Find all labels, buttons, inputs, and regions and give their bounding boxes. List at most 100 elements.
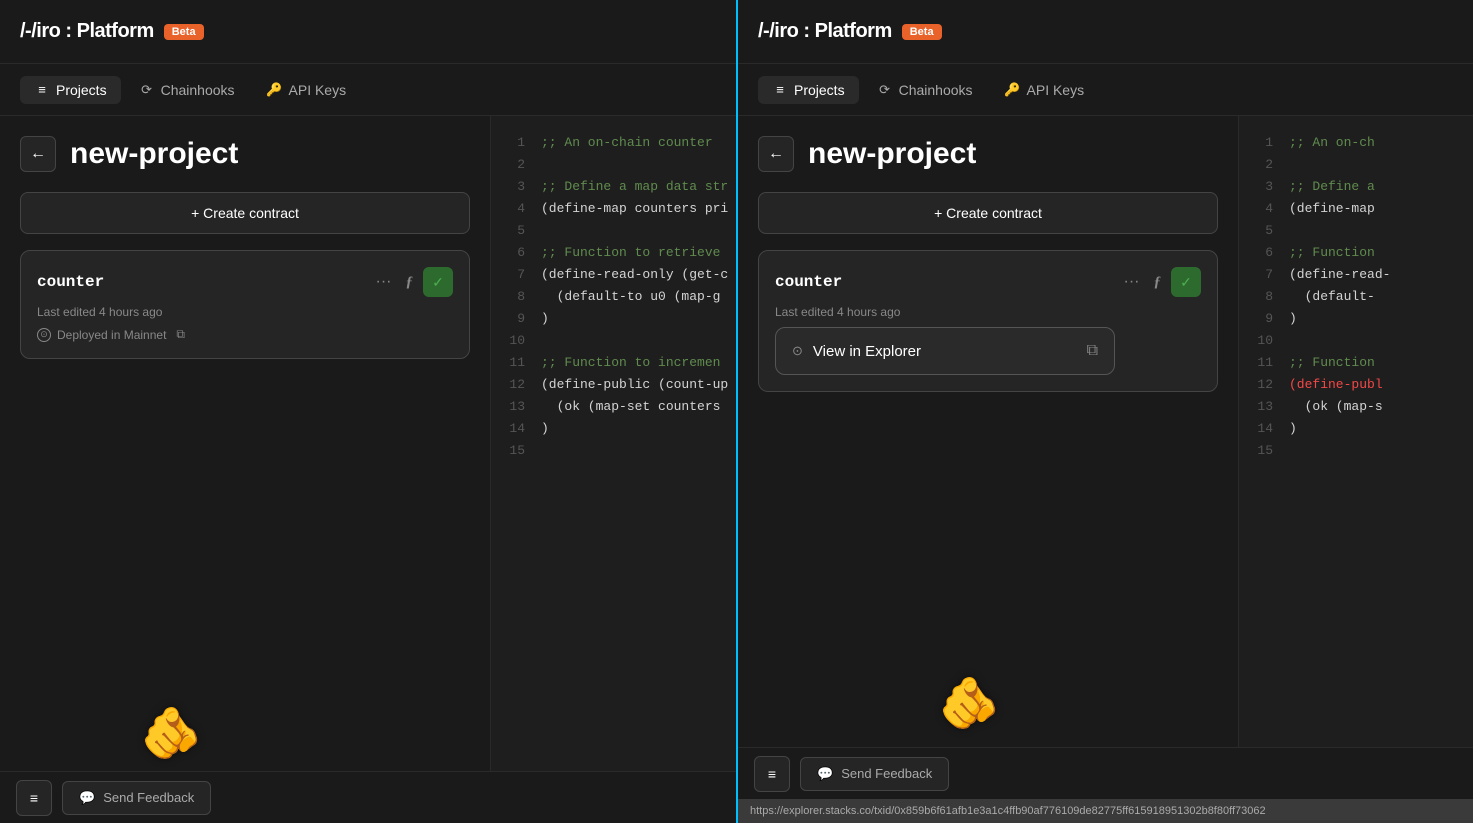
rcode-line-11: ;; Function: [1289, 352, 1473, 374]
right-nav: ≡ Projects ⟳ Chainhooks 🔑 API Keys: [738, 64, 1473, 116]
left-code-lines: ;; An on-chain counter ;; Define a map d…: [541, 132, 736, 755]
right-page-title-row: ← new-project: [758, 136, 1218, 172]
code-line-14: ): [541, 418, 736, 440]
view-in-explorer-popup[interactable]: ⊙ View in Explorer ⧉: [775, 327, 1115, 375]
right-logo: /-/iro : Platform: [758, 20, 892, 43]
url-bar: https://explorer.stacks.co/txid/0x859b6f…: [738, 799, 1473, 823]
left-back-button[interactable]: ←: [20, 136, 56, 172]
left-code-panel: 1 2 3 4 5 6 7 8 9 10 11 12 13 14 15: [490, 116, 736, 771]
code-line-6: ;; Function to retrieve: [541, 242, 736, 264]
ln-13: 13: [507, 396, 525, 418]
nav-projects-right[interactable]: ≡ Projects: [758, 76, 859, 104]
left-check-icon: ✓: [432, 274, 444, 291]
right-content: ← new-project + Create contract counter …: [738, 116, 1473, 747]
rln-1: 1: [1255, 132, 1273, 154]
left-cursor-hand: 🫵: [140, 704, 202, 763]
rcode-line-8: (default-: [1289, 286, 1473, 308]
right-bottom-menu-button[interactable]: ≡: [754, 756, 790, 792]
rcode-line-3: ;; Define a: [1289, 176, 1473, 198]
right-line-numbers: 1 2 3 4 5 6 7 8 9 10 11 12 13 14 15: [1239, 132, 1289, 731]
right-create-contract-label: + Create contract: [934, 205, 1042, 221]
explorer-ext-link-icon[interactable]: ⧉: [1087, 342, 1098, 360]
nav-apikeys-label-right: API Keys: [1027, 82, 1085, 98]
right-page-title: new-project: [808, 137, 976, 171]
rcode-line-14: ): [1289, 418, 1473, 440]
rln-14: 14: [1255, 418, 1273, 440]
rcode-line-2: [1289, 154, 1473, 176]
nav-apikeys-label-left: API Keys: [289, 82, 347, 98]
nav-chainhooks-label-left: Chainhooks: [161, 82, 235, 98]
left-feedback-label: Send Feedback: [103, 790, 194, 805]
right-back-button[interactable]: ←: [758, 136, 794, 172]
ln-14: 14: [507, 418, 525, 440]
left-code-content: 1 2 3 4 5 6 7 8 9 10 11 12 13 14 15: [491, 116, 736, 771]
rln-15: 15: [1255, 440, 1273, 462]
right-feedback-button[interactable]: 💬 Send Feedback: [800, 757, 949, 791]
url-bar-text: https://explorer.stacks.co/txid/0x859b6f…: [750, 805, 1266, 817]
left-logo: /-/iro : Platform: [20, 20, 154, 43]
right-sidebar: ← new-project + Create contract counter …: [738, 116, 1238, 747]
rcode-line-10: [1289, 330, 1473, 352]
nav-chainhooks-label-right: Chainhooks: [899, 82, 973, 98]
right-contract-actions: ··· ƒ ✓: [1120, 267, 1201, 297]
code-line-7: (define-read-only (get-c: [541, 264, 736, 286]
code-line-15: [541, 440, 736, 462]
left-fn-badge: ƒ: [406, 274, 414, 291]
code-line-11: ;; Function to incremen: [541, 352, 736, 374]
apikeys-icon-left: 🔑: [267, 82, 283, 98]
right-contract-meta: Last edited 4 hours ago: [775, 305, 1201, 319]
rln-5: 5: [1255, 220, 1273, 242]
rln-4: 4: [1255, 198, 1273, 220]
right-cursor-hand: 🫵: [938, 674, 1000, 733]
left-contract-name: counter: [37, 273, 104, 291]
left-check-button[interactable]: ✓: [423, 267, 453, 297]
right-menu-icon: ≡: [768, 766, 776, 782]
ln-7: 7: [507, 264, 525, 286]
nav-chainhooks-right[interactable]: ⟳ Chainhooks: [863, 76, 987, 104]
left-create-contract-button[interactable]: + Create contract: [20, 192, 470, 234]
left-page-title: new-project: [70, 137, 238, 171]
left-ext-link-icon[interactable]: ⧉: [176, 327, 185, 342]
right-check-button[interactable]: ✓: [1171, 267, 1201, 297]
rln-11: 11: [1255, 352, 1273, 374]
rln-9: 9: [1255, 308, 1273, 330]
left-feedback-icon: 💬: [79, 790, 95, 806]
right-fn-badge: ƒ: [1154, 274, 1162, 291]
left-contract-dots-button[interactable]: ···: [372, 271, 396, 293]
left-feedback-button[interactable]: 💬 Send Feedback: [62, 781, 211, 815]
right-code-lines: ;; An on-ch ;; Define a (define-map ;; F…: [1289, 132, 1473, 731]
left-content: ← new-project + Create contract counter …: [0, 116, 736, 771]
right-panel: /-/iro : Platform Beta ≡ Projects ⟳ Chai…: [736, 0, 1473, 823]
left-cursor: 🫵: [140, 704, 202, 763]
left-panel: /-/iro : Platform Beta ≡ Projects ⟳ Chai…: [0, 0, 736, 823]
rcode-line-9: ): [1289, 308, 1473, 330]
ln-2: 2: [507, 154, 525, 176]
nav-apikeys-left[interactable]: 🔑 API Keys: [253, 76, 361, 104]
right-feedback-label: Send Feedback: [841, 766, 932, 781]
left-contract-card[interactable]: counter ··· ƒ ✓ Last edited 4 hours ago …: [20, 250, 470, 359]
ln-10: 10: [507, 330, 525, 352]
right-create-contract-button[interactable]: + Create contract: [758, 192, 1218, 234]
left-contract-actions: ··· ƒ ✓: [372, 267, 453, 297]
projects-icon-right: ≡: [772, 82, 788, 98]
apikeys-icon-right: 🔑: [1005, 82, 1021, 98]
right-contract-card[interactable]: counter ··· ƒ ✓ Last edited 4 hours ago …: [758, 250, 1218, 392]
code-line-3: ;; Define a map data str: [541, 176, 736, 198]
right-bottom-section: ≡ 💬 Send Feedback https://explorer.stack…: [738, 747, 1473, 823]
code-line-8: (default-to u0 (map-g: [541, 286, 736, 308]
left-bottom-menu-button[interactable]: ≡: [16, 780, 52, 816]
ln-1: 1: [507, 132, 525, 154]
nav-apikeys-right[interactable]: 🔑 API Keys: [991, 76, 1099, 104]
rln-10: 10: [1255, 330, 1273, 352]
right-header: /-/iro : Platform Beta: [738, 0, 1473, 64]
nav-projects-left[interactable]: ≡ Projects: [20, 76, 121, 104]
code-line-5: [541, 220, 736, 242]
left-bottom-bar: ≡ 💬 Send Feedback: [0, 771, 736, 823]
right-contract-dots-button[interactable]: ···: [1120, 271, 1144, 293]
rln-8: 8: [1255, 286, 1273, 308]
rcode-line-12: (define-publ: [1289, 374, 1473, 396]
nav-chainhooks-left[interactable]: ⟳ Chainhooks: [125, 76, 249, 104]
view-in-explorer-text: View in Explorer: [813, 343, 1077, 360]
rln-12: 12: [1255, 374, 1273, 396]
rcode-line-1: ;; An on-ch: [1289, 132, 1473, 154]
